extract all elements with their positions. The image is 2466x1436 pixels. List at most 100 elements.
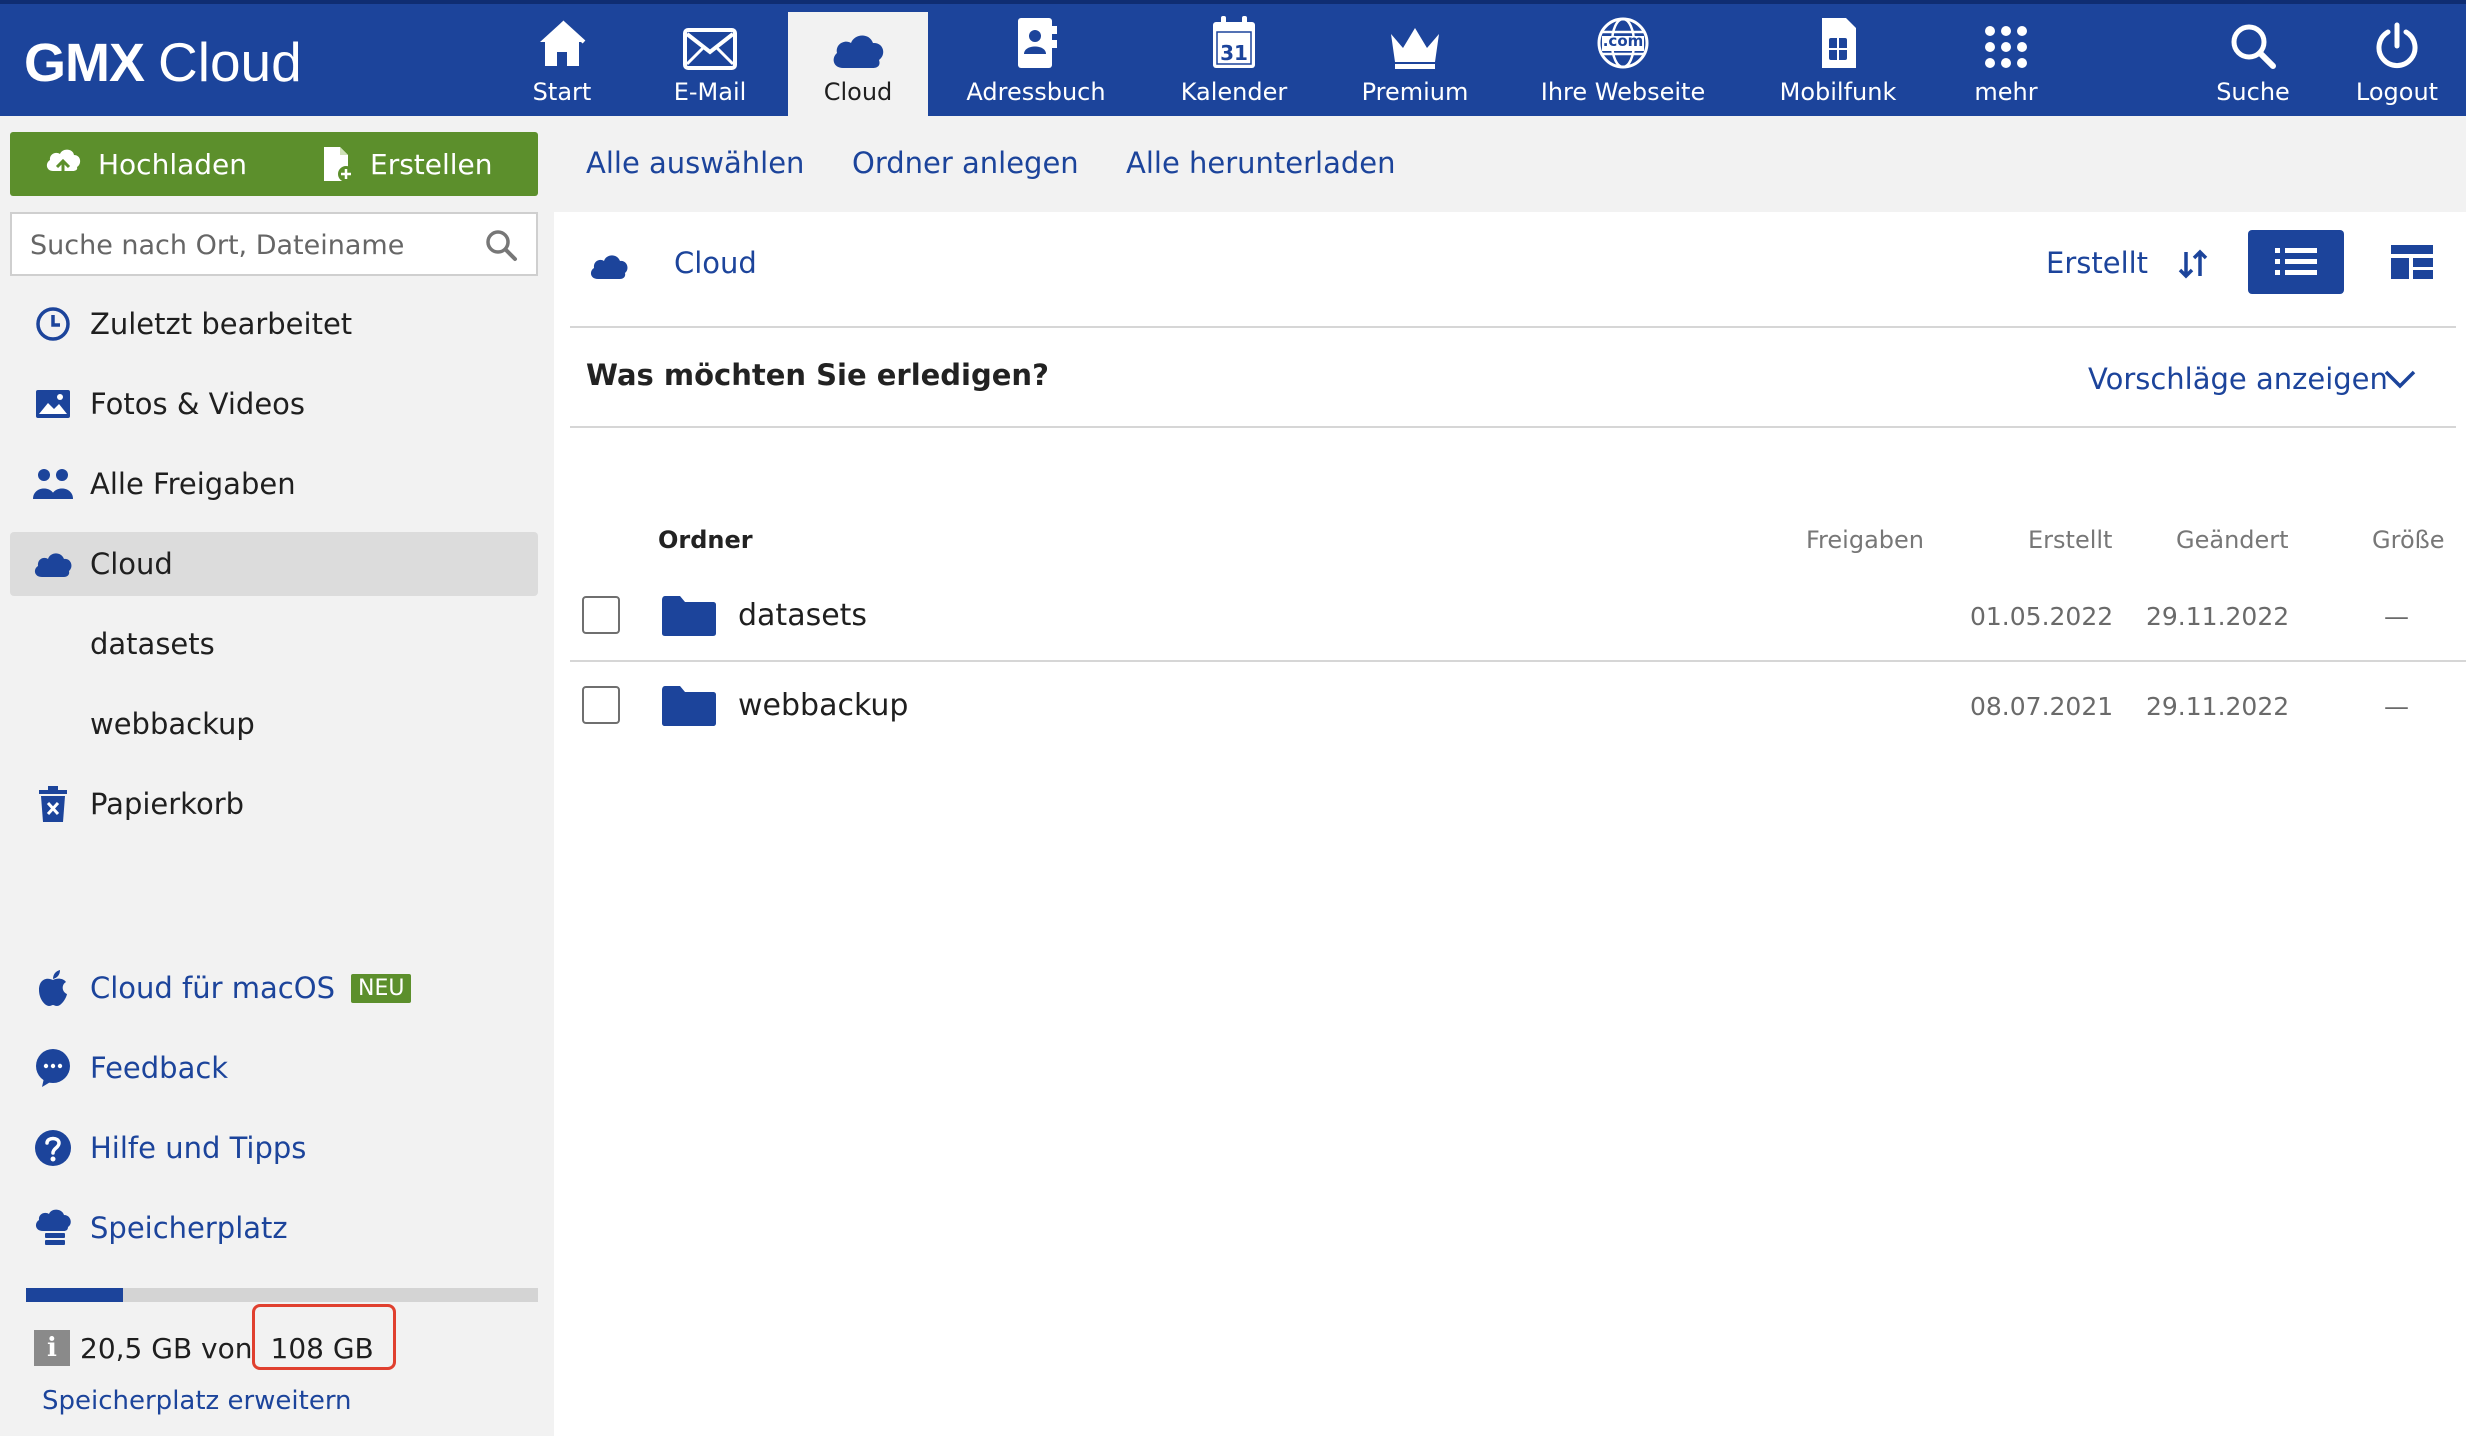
action-bar: Hochladen Erstellen — [10, 132, 538, 196]
nav-kalender[interactable]: 31 Kalender — [1174, 12, 1294, 120]
column-header-shares[interactable]: Freigaben — [1806, 526, 1924, 554]
sidebar-item-cloud[interactable]: Cloud — [10, 532, 538, 596]
nav-adressbuch-label: Adressbuch — [966, 78, 1106, 106]
sidebar-item-recent[interactable]: Zuletzt bearbeitet — [10, 292, 538, 356]
sort-label[interactable]: Erstellt — [2046, 246, 2148, 280]
nav-webseite-label: Ihre Webseite — [1540, 78, 1706, 106]
power-icon — [2376, 22, 2418, 69]
create-label: Erstellen — [370, 147, 493, 181]
nav-start[interactable]: Start — [516, 12, 608, 120]
column-header-modified[interactable]: Geändert — [2176, 526, 2289, 554]
globe-text: .com — [1602, 32, 1644, 50]
sidebar-link-feedback[interactable]: Feedback — [10, 1036, 538, 1100]
file-add-icon — [324, 147, 354, 182]
upload-button[interactable]: Hochladen — [44, 132, 247, 196]
sidebar-item-photos[interactable]: Fotos & Videos — [10, 372, 538, 436]
gmx-cloud-logo[interactable]: GMX Cloud — [24, 30, 302, 94]
tile-view-button[interactable] — [2380, 230, 2444, 294]
sidebar-item-webbackup[interactable]: webbackup — [10, 692, 538, 756]
help-icon — [35, 1130, 71, 1166]
search-icon[interactable] — [484, 228, 518, 262]
sidebar-item-trash[interactable]: Papierkorb — [10, 772, 538, 836]
nav-premium[interactable]: Premium — [1354, 12, 1476, 120]
cloud-icon — [34, 553, 72, 577]
sidebar-link-label: Feedback — [90, 1051, 229, 1085]
nav-cloud[interactable]: Cloud — [788, 12, 928, 120]
cloud-storage-icon — [35, 1209, 71, 1245]
storage-usage-bar — [26, 1288, 538, 1302]
column-header-folder: Ordner — [658, 526, 753, 554]
suggestions-question: Was möchten Sie erledigen? — [586, 358, 1049, 392]
trash-icon — [39, 786, 67, 822]
table-row[interactable]: webbackup 08.07.2021 29.11.2022 — — [570, 662, 2466, 750]
address-book-icon — [1018, 18, 1057, 68]
chat-bubble-icon — [36, 1049, 70, 1087]
nav-email[interactable]: E-Mail — [664, 12, 756, 120]
image-icon — [36, 390, 70, 418]
folder-icon — [662, 686, 716, 726]
clock-icon — [36, 307, 70, 341]
sim-card-icon — [1822, 18, 1856, 68]
created-date: 08.07.2021 — [1970, 692, 2114, 721]
sidebar-link-macos[interactable]: Cloud für macOS NEU — [10, 956, 538, 1020]
nav-cloud-label: Cloud — [823, 78, 893, 106]
nav-premium-label: Premium — [1361, 78, 1469, 106]
content-toolbar: Alle auswählen Ordner anlegen Alle herun… — [554, 116, 2466, 212]
nav-start-label: Start — [532, 78, 592, 106]
sidebar-link-label: Speicherplatz — [90, 1211, 288, 1245]
modified-date: 29.11.2022 — [2146, 602, 2290, 631]
sidebar-search — [10, 212, 538, 276]
list-icon — [2275, 248, 2317, 275]
nav-webseite[interactable]: .com Ihre Webseite — [1538, 12, 1708, 120]
breadcrumb: Cloud Erstellt — [570, 218, 2456, 328]
column-header-size[interactable]: Größe — [2372, 526, 2445, 554]
row-checkbox[interactable] — [582, 686, 620, 724]
sidebar-link-label: Cloud für macOS — [90, 971, 335, 1005]
nav-logout[interactable]: Logout — [2350, 12, 2444, 120]
nav-adressbuch[interactable]: Adressbuch — [964, 12, 1108, 120]
sidebar-link-storage[interactable]: Speicherplatz — [10, 1196, 538, 1260]
sidebar-item-datasets[interactable]: datasets — [10, 612, 538, 676]
people-icon — [33, 469, 73, 499]
size-value: — — [2384, 602, 2409, 631]
info-icon: i — [34, 1330, 70, 1366]
sidebar: Hochladen Erstellen Zuletzt bearbeitet F… — [0, 116, 554, 1436]
top-navigation: GMX Cloud Start E-Mail Cloud Adressbuch … — [0, 0, 2466, 120]
download-all-link[interactable]: Alle herunterladen — [1126, 146, 1396, 180]
logo-product: Cloud — [158, 31, 302, 93]
nav-mobilfunk[interactable]: Mobilfunk — [1772, 12, 1904, 120]
tile-grid-icon — [2391, 245, 2433, 279]
create-button[interactable]: Erstellen — [322, 132, 493, 196]
nav-email-label: E-Mail — [673, 78, 747, 106]
sidebar-link-label: Hilfe und Tipps — [90, 1131, 307, 1165]
new-folder-link[interactable]: Ordner anlegen — [852, 146, 1079, 180]
sidebar-item-label: Papierkorb — [90, 787, 245, 821]
nav-suche-label: Suche — [2216, 78, 2290, 106]
upload-label: Hochladen — [98, 147, 248, 181]
storage-usage-fill — [26, 1288, 124, 1302]
chevron-down-icon[interactable] — [2384, 370, 2416, 390]
search-input[interactable] — [28, 222, 472, 268]
sort-toggle-icon[interactable] — [2176, 248, 2210, 280]
folder-name[interactable]: datasets — [738, 598, 867, 633]
select-all-link[interactable]: Alle auswählen — [586, 146, 804, 180]
nav-logout-label: Logout — [2355, 78, 2439, 106]
nav-mobilfunk-label: Mobilfunk — [1779, 78, 1897, 106]
list-view-button[interactable] — [2248, 230, 2344, 294]
new-badge: NEU — [351, 973, 412, 1003]
storage-used: 20,5 GB von — [80, 1331, 253, 1365]
size-value: — — [2384, 692, 2409, 721]
table-row[interactable]: datasets 01.05.2022 29.11.2022 — — [570, 572, 2466, 662]
breadcrumb-cloud[interactable]: Cloud — [674, 246, 757, 280]
show-suggestions-link[interactable]: Vorschläge anzeigen — [2088, 362, 2388, 396]
sidebar-item-shares[interactable]: Alle Freigaben — [10, 452, 538, 516]
folder-name[interactable]: webbackup — [738, 688, 908, 723]
storage-extend-link[interactable]: Speicherplatz erweitern — [42, 1386, 352, 1416]
column-header-created[interactable]: Erstellt — [2028, 526, 2112, 554]
nav-mehr[interactable]: mehr — [1964, 12, 2048, 120]
sidebar-item-label: Alle Freigaben — [90, 467, 296, 501]
nav-suche[interactable]: Suche — [2208, 12, 2298, 120]
row-checkbox[interactable] — [582, 596, 620, 634]
sidebar-link-help[interactable]: Hilfe und Tipps — [10, 1116, 538, 1180]
cloud-icon — [833, 35, 884, 68]
